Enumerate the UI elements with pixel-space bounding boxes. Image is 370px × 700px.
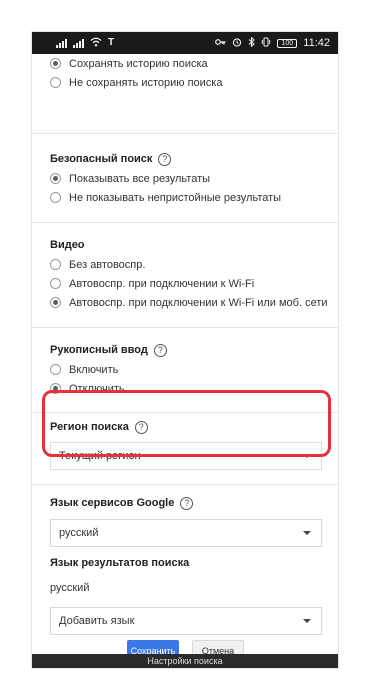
- radio-button[interactable]: [50, 278, 61, 289]
- battery-icon: 100: [277, 38, 298, 48]
- radio-label: Без автовоспр.: [69, 258, 146, 271]
- radio-button[interactable]: [50, 173, 61, 184]
- chevron-down-icon: [303, 619, 311, 623]
- radio-label: Включить: [69, 363, 119, 376]
- add-language-select[interactable]: Добавить язык: [50, 607, 322, 635]
- handwriting-enable-option[interactable]: Включить: [32, 360, 338, 379]
- signal-icon: [56, 38, 67, 48]
- safe-show-all-option[interactable]: Показывать все результаты: [32, 169, 338, 188]
- radio-label: Автовоспр. при подключении к Wi-Fi: [69, 277, 255, 290]
- vibrate-icon: [261, 37, 271, 50]
- results-lang-title: Язык результатов поиска: [50, 557, 190, 569]
- radio-label: Показывать все результаты: [69, 172, 211, 185]
- section-title: Видео: [50, 239, 85, 251]
- divider: [32, 484, 338, 485]
- help-icon[interactable]: ?: [180, 496, 194, 510]
- bottom-title-bar: Настройки поиска: [32, 654, 338, 668]
- google-lang-title: Язык сервисов Google ?: [32, 494, 194, 512]
- radio-button[interactable]: [50, 77, 61, 88]
- radio-button[interactable]: [50, 192, 61, 203]
- radio-button[interactable]: [50, 58, 61, 69]
- radio-label: Не показывать непристойные результаты: [69, 191, 282, 204]
- section-title: Рукописный ввод ?: [32, 340, 338, 360]
- safe-filter-option[interactable]: Не показывать непристойные результаты: [32, 188, 338, 207]
- video-section: Видео Без автовоспр. Автовоспр. при подк…: [32, 223, 338, 328]
- results-lang-current: русский: [50, 582, 90, 594]
- history-section: Сохранять историю поиска Не сохранять ис…: [32, 54, 338, 134]
- radio-label: Сохранять историю поиска: [69, 57, 208, 70]
- google-lang-select[interactable]: русский: [50, 519, 322, 547]
- history-save-option[interactable]: Сохранять историю поиска: [32, 54, 338, 73]
- safe-search-section: Безопасный поиск ? Показывать все резуль…: [32, 134, 338, 223]
- help-icon[interactable]: ?: [153, 343, 167, 357]
- wifi-icon: [90, 37, 102, 50]
- add-language-placeholder: Добавить язык: [59, 615, 135, 627]
- bluetooth-icon: [248, 36, 256, 50]
- status-time: 11:42: [303, 37, 330, 49]
- key-icon: [215, 38, 226, 49]
- alarm-icon: [232, 37, 242, 50]
- chevron-down-icon: [303, 531, 311, 535]
- video-no-autoplay-option[interactable]: Без автовоспр.: [32, 255, 338, 274]
- radio-label: Не сохранять историю поиска: [69, 76, 223, 89]
- help-icon[interactable]: ?: [158, 152, 172, 166]
- signal-icon: [73, 38, 84, 48]
- history-dont-save-option[interactable]: Не сохранять историю поиска: [32, 73, 338, 92]
- section-title: Безопасный поиск ?: [32, 149, 338, 169]
- radio-label: Автовоспр. при подключении к Wi-Fi или м…: [69, 296, 328, 309]
- bottom-title: Настройки поиска: [147, 656, 223, 666]
- radio-button[interactable]: [50, 297, 61, 308]
- settings-content: Сохранять историю поиска Не сохранять ис…: [32, 54, 338, 652]
- video-wifi-option[interactable]: Автовоспр. при подключении к Wi-Fi: [32, 274, 338, 293]
- video-wifi-mobile-option[interactable]: Автовоспр. при подключении к Wi-Fi или м…: [32, 293, 338, 312]
- region-highlight-frame: [42, 390, 331, 457]
- google-lang-selected-value: русский: [59, 527, 99, 539]
- radio-button[interactable]: [50, 259, 61, 270]
- t-icon: T: [108, 37, 115, 48]
- phone-screen: T 100 11:42 Сохранять историю поиска Не …: [32, 32, 338, 668]
- radio-button[interactable]: [50, 364, 61, 375]
- status-bar: T 100 11:42: [32, 32, 338, 54]
